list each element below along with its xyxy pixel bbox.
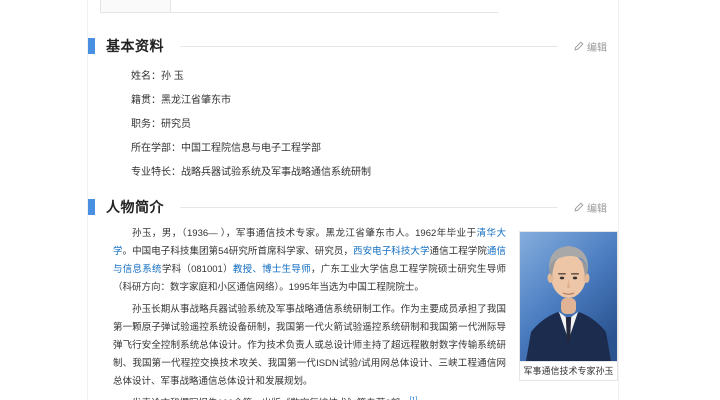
field-label: 专业特长： xyxy=(131,167,181,178)
section-divider xyxy=(180,46,558,47)
article-content-column: 基本资料 编辑 姓名：孙 玉籍贯：黑龙江省肇东市职务：研究员所在学部：中国工程院… xyxy=(87,0,619,400)
section-divider xyxy=(180,207,558,208)
field-label: 姓名： xyxy=(131,71,161,82)
field-value: 研究员 xyxy=(161,119,191,130)
photo-caption: 军事通信技术专家孙玉 xyxy=(520,361,617,380)
edit-basic-button[interactable]: 编辑 xyxy=(574,39,607,54)
info-field-row: 职务：研究员 xyxy=(131,113,618,137)
text-segment: 。中国电子科技集团第54研究所首席科学家、研究员， xyxy=(123,246,353,257)
field-label: 所在学部： xyxy=(131,143,181,154)
field-value: 孙 玉 xyxy=(161,71,184,82)
bio-paragraph: 发表论文和撰写报告100余篇，出版《数字复接技术》等专著6部。[1] xyxy=(113,395,618,400)
inline-link[interactable]: 博士生导师 xyxy=(262,264,311,275)
section-marker-icon xyxy=(88,199,95,215)
portrait-figure: 军事通信技术专家孙玉 xyxy=(519,231,618,381)
text-segment: 学科（081001） xyxy=(162,264,233,275)
field-value: 黑龙江省肇东市 xyxy=(161,95,231,106)
section-marker-icon xyxy=(88,38,95,54)
section-title-bio: 人物简介 xyxy=(106,197,164,217)
portrait-photo[interactable] xyxy=(520,232,617,361)
inline-link[interactable]: 西安电子科技大学 xyxy=(353,246,429,257)
field-label: 籍贯： xyxy=(131,95,161,106)
section-header-bio: 人物简介 编辑 xyxy=(88,197,618,217)
pencil-icon xyxy=(574,202,584,212)
info-field-row: 专业特长：战略兵器试验系统及军事战略通信系统研制 xyxy=(131,161,618,185)
info-field-row: 籍贯：黑龙江省肇东市 xyxy=(131,89,618,113)
basic-fields: 姓名：孙 玉籍贯：黑龙江省肇东市职务：研究员所在学部：中国工程院信息与电子工程学… xyxy=(131,65,618,185)
baike-article-page: 基本资料 编辑 姓名：孙 玉籍贯：黑龙江省肇东市职务：研究员所在学部：中国工程院… xyxy=(0,0,720,400)
inline-link[interactable]: 、 xyxy=(252,264,262,275)
inline-link[interactable]: 教授 xyxy=(233,264,253,275)
section-title-basic: 基本资料 xyxy=(106,36,164,56)
field-label: 职务： xyxy=(131,119,161,130)
bio-body: 军事通信技术专家孙玉 孙玉，男，（1936— ），军事通信技术专家。黑龙江省肇东… xyxy=(88,225,618,400)
info-field-row: 姓名：孙 玉 xyxy=(131,65,618,89)
pencil-icon xyxy=(574,41,584,51)
text-segment: 孙玉长期从事战略兵器试验系统及军事战略通信系统研制工作。作为主要成员承担了我国第… xyxy=(113,304,506,387)
edit-bio-button[interactable]: 编辑 xyxy=(574,200,607,215)
edit-label: 编辑 xyxy=(587,200,607,215)
field-value: 中国工程院信息与电子工程学部 xyxy=(181,143,321,154)
text-segment: 通信工程学院 xyxy=(430,246,487,257)
text-segment: 孙玉，男，（1936— ），军事通信技术专家。黑龙江省肇东市人。1962年毕业于 xyxy=(132,228,477,239)
field-value: 战略兵器试验系统及军事战略通信系统研制 xyxy=(181,167,371,178)
section-header-basic: 基本资料 编辑 xyxy=(88,36,618,56)
edit-label: 编辑 xyxy=(587,39,607,54)
info-field-row: 所在学部：中国工程院信息与电子工程学部 xyxy=(131,137,618,161)
